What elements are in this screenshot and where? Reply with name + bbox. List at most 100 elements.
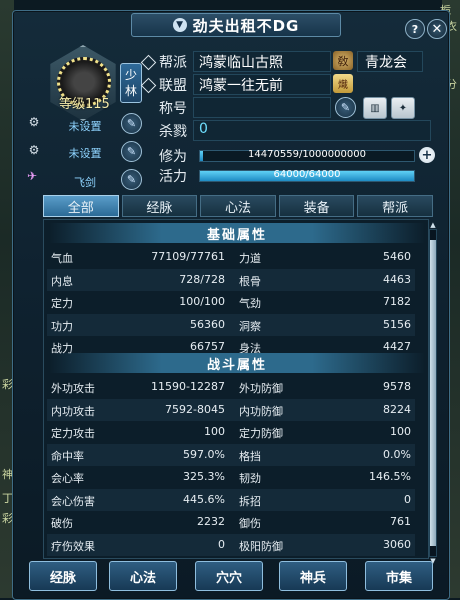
stat-label: 会心伤害 xyxy=(51,494,95,508)
stat-label: 外功防御 xyxy=(239,382,283,395)
stat-row: 功力 56360 洞察 5156 xyxy=(47,313,415,336)
stat-label: 功力 xyxy=(51,319,73,333)
stat-label: 疗伤效果 xyxy=(51,539,95,553)
basic-attributes-header: 基础属性 xyxy=(49,223,425,243)
edit-slot-button[interactable]: ✎ xyxy=(121,169,142,190)
stat-label: 力道 xyxy=(239,252,261,265)
stat-value: 5460 xyxy=(383,250,411,263)
mount-icon: ⚙ xyxy=(28,143,40,157)
stat-label: 命中率 xyxy=(51,449,84,463)
alliance-value: 鸿蒙一往无前 xyxy=(199,78,283,94)
stat-row: 破伤 2232 御伤 761 xyxy=(47,511,415,533)
stat-value: 77109/77761 xyxy=(151,250,225,263)
tab-all[interactable]: 全部 xyxy=(43,195,119,217)
dropdown-icon[interactable]: ▼ xyxy=(172,18,187,32)
alliance-icon xyxy=(140,77,157,94)
close-button[interactable]: ✕ xyxy=(427,19,447,39)
stat-value: 146.5% xyxy=(369,470,411,483)
stat-label: 破伤 xyxy=(51,517,73,530)
tab-equipment[interactable]: 装备 xyxy=(278,195,355,217)
stat-label: 气劲 xyxy=(239,297,261,310)
stat-value: 728/728 xyxy=(179,272,225,286)
alliance-label: 联盟 xyxy=(159,78,187,94)
stat-label: 格挡 xyxy=(239,449,261,463)
acupoint-button[interactable]: 穴穴 xyxy=(195,561,263,591)
diamond-icon xyxy=(140,54,157,71)
stat-label: 定力攻击 xyxy=(51,427,95,440)
stat-value: 7182 xyxy=(383,295,411,308)
window-title: 劲夫出租不DG xyxy=(192,16,300,35)
guild-rank-value: 青龙会 xyxy=(365,55,407,71)
stat-label: 定力防御 xyxy=(239,427,283,440)
edit-slot-button[interactable]: ✎ xyxy=(121,141,142,162)
stat-value: 761 xyxy=(390,515,411,528)
mount-icon: ⚙ xyxy=(28,115,40,129)
stat-label: 根骨 xyxy=(239,274,261,288)
stat-value: 0 xyxy=(218,537,225,551)
scrollbar[interactable]: ▲ ▼ xyxy=(429,221,437,565)
slot-value: 未设置 xyxy=(68,147,102,160)
stat-value: 9578 xyxy=(383,380,411,393)
stat-row: 定力 100/100 气劲 7182 xyxy=(47,291,415,313)
vitality-value: 64000/64000 xyxy=(273,169,341,180)
stat-label: 内息 xyxy=(51,274,73,288)
stat-row: 内息 728/728 根骨 4463 xyxy=(47,268,415,291)
tab-meridian[interactable]: 经脉 xyxy=(121,195,198,217)
stat-value: 0.0% xyxy=(383,447,411,461)
tab-mind-skill[interactable]: 心法 xyxy=(200,195,276,217)
stat-label: 极阳防御 xyxy=(239,539,283,553)
stat-label: 韧劲 xyxy=(239,472,261,485)
alliance-emblem-icon: 熾 xyxy=(333,74,353,93)
stat-label: 洞察 xyxy=(239,319,261,333)
kills-value: 0 xyxy=(199,121,208,137)
meridian-button[interactable]: 经脉 xyxy=(29,561,97,591)
stat-value: 325.3% xyxy=(183,470,225,483)
stat-value: 5156 xyxy=(383,317,411,331)
stat-value: 4427 xyxy=(383,340,411,353)
market-button[interactable]: 市集 xyxy=(365,561,433,591)
title-appearance-button[interactable]: ✦ xyxy=(391,97,415,119)
stat-value: 100 xyxy=(390,425,411,438)
scrollbar-thumb[interactable] xyxy=(430,240,436,546)
flying-sword-icon: ✈ xyxy=(26,169,38,183)
vitality-label: 活力 xyxy=(159,169,187,185)
cultivation-label: 修为 xyxy=(159,149,187,165)
divine-weapon-button[interactable]: 神兵 xyxy=(279,561,347,591)
kills-label: 杀戮 xyxy=(159,124,187,140)
stat-label: 御伤 xyxy=(239,517,261,530)
stat-value: 100 xyxy=(204,425,225,438)
title-bar[interactable]: ▼ 劲夫出租不DG xyxy=(131,13,341,37)
stat-row: 定力攻击 100 定力防御 100 xyxy=(47,421,415,443)
tab-guild[interactable]: 帮派 xyxy=(357,195,433,217)
stat-value: 4463 xyxy=(383,272,411,286)
cultivation-value: 14470559/1000000000 xyxy=(248,149,366,160)
stat-label: 定力 xyxy=(51,297,73,310)
character-window: ▼ 劲夫出租不DG ? ✕ 等级115 少林 帮派 鸿蒙临山古照 敎 青龙会 联… xyxy=(12,10,450,600)
stat-row: 会心率 325.3% 韧劲 146.5% xyxy=(47,466,415,488)
stat-row: 外功攻击 11590-12287 外功防御 9578 xyxy=(47,376,415,398)
cultivation-bar: 14470559/1000000000 xyxy=(199,149,415,162)
sect-badge: 少林 xyxy=(120,63,142,103)
combat-attributes-header: 战斗属性 xyxy=(49,353,425,373)
stat-value: 0 xyxy=(404,492,411,506)
add-cultivation-button[interactable]: + xyxy=(419,147,435,163)
stat-value: 445.6% xyxy=(183,492,225,506)
edit-slot-button[interactable]: ✎ xyxy=(121,113,142,134)
scroll-up-icon[interactable]: ▲ xyxy=(429,221,437,229)
stat-value: 11590-12287 xyxy=(151,380,225,393)
title-list-button[interactable]: ▥ xyxy=(363,97,387,119)
stat-label: 气血 xyxy=(51,252,73,265)
tab-bar: 全部 经脉 心法 装备 帮派 xyxy=(43,195,433,217)
guild-value: 鸿蒙临山古照 xyxy=(199,55,283,71)
stat-label: 内功防御 xyxy=(239,404,283,418)
title-label: 称号 xyxy=(159,101,187,117)
stat-row: 会心伤害 445.6% 拆招 0 xyxy=(47,488,415,511)
mind-skill-button[interactable]: 心法 xyxy=(109,561,177,591)
stat-value: 56360 xyxy=(190,317,225,331)
edit-title-button[interactable]: ✎ xyxy=(335,97,356,118)
stat-value: 597.0% xyxy=(183,447,225,461)
stat-value: 100/100 xyxy=(179,295,225,308)
help-button[interactable]: ? xyxy=(405,19,425,39)
stat-value: 66757 xyxy=(190,340,225,353)
slot-value: 未设置 xyxy=(68,120,102,133)
